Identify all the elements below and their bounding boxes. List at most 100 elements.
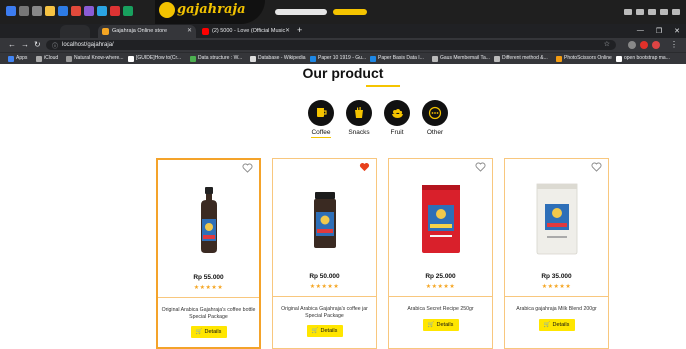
cart-icon: 🛒 <box>195 329 203 335</box>
browser-tab-bar: Gajahraja Online store ✕ (2) 5000 - Love… <box>0 24 686 38</box>
back-icon[interactable]: ← <box>8 40 16 49</box>
product-name: Original Arabica Gajahraja's coffee jar … <box>281 306 368 319</box>
heart-outline-icon[interactable] <box>591 162 602 172</box>
details-label: Details <box>436 322 454 328</box>
product-name: Arabica Secret Recipe 250gr <box>407 306 474 312</box>
bookmark-item[interactable]: Natural Know-where... <box>66 55 123 62</box>
tab-gajahraja-store[interactable]: Gajahraja Online store ✕ <box>98 25 196 38</box>
product-name: Arabica gajahraja Milk Blend 200gr <box>516 306 597 312</box>
os-taskbar: gajahraja <box>0 0 686 24</box>
rating-stars: ★★★★★ <box>309 284 340 290</box>
section-title: Our product <box>302 65 384 81</box>
app-icon-red-2[interactable] <box>110 6 120 16</box>
bookmark-star-icon[interactable]: ☆ <box>604 40 610 48</box>
tray-icon[interactable] <box>660 9 668 15</box>
tray-icon[interactable] <box>624 9 632 15</box>
browser-toolbar: ← → ↻ ⓘ localhost/gajahraja/ ☆ ⋮ <box>0 38 686 52</box>
app-icon-red[interactable] <box>71 6 81 16</box>
bookmark-item[interactable]: Paper 10 1919 - Gu... <box>310 55 366 62</box>
product-card[interactable]: Rp 55.000 ★★★★★ Original Arabica Gajahra… <box>156 158 261 349</box>
product-image-jar[interactable] <box>273 175 376 263</box>
fruit-bowl-icon <box>384 100 410 126</box>
category-snacks[interactable]: Snacks <box>346 100 372 138</box>
details-button[interactable]: 🛒 Details <box>422 319 459 331</box>
product-image-red-pouch[interactable] <box>389 175 492 263</box>
bookmark-item[interactable]: Paper Basis Data I... <box>370 55 424 62</box>
bookmark-item[interactable]: Database - Wikipedia <box>250 55 306 62</box>
details-button[interactable]: 🛒 Details <box>538 319 575 331</box>
new-tab-icon[interactable]: + <box>297 25 302 35</box>
close-window-icon[interactable]: ✕ <box>674 27 680 35</box>
app-icon-blue[interactable] <box>97 6 107 16</box>
tray-icon[interactable] <box>636 9 644 15</box>
product-price: Rp 50.000 <box>309 273 340 280</box>
bookmark-item[interactable]: Gaus Membemail Ta... <box>432 55 490 62</box>
bookmark-item[interactable]: open bootstrap ma... <box>616 55 670 62</box>
card-divider <box>158 297 259 298</box>
product-card[interactable]: Rp 25.000 ★★★★★ Arabica Secret Recipe 25… <box>388 158 493 349</box>
tab-youtube[interactable]: (2) 5000 - Love (Official Music ✕ <box>198 25 294 38</box>
task-view-icon[interactable] <box>32 6 42 16</box>
category-label: Fruit <box>390 129 404 136</box>
tab-title: Gajahraja Online store <box>112 28 168 34</box>
product-card[interactable]: Rp 50.000 ★★★★★ Original Arabica Gajahra… <box>272 158 377 349</box>
product-price: Rp 35.000 <box>541 273 572 280</box>
category-fruit[interactable]: Fruit <box>384 100 410 138</box>
details-label: Details <box>204 329 222 335</box>
heart-filled-icon[interactable] <box>359 162 370 172</box>
cart-icon: 🛒 <box>311 328 319 334</box>
category-other[interactable]: Other <box>422 100 448 138</box>
reload-icon[interactable]: ↻ <box>34 40 41 49</box>
bookmark-icloud[interactable]: iCloud <box>36 55 58 62</box>
profile-avatar-icon[interactable] <box>652 41 660 49</box>
details-label: Details <box>552 322 570 328</box>
tab-title: (2) 5000 - Love (Official Music <box>212 28 286 34</box>
app-icon-purple[interactable] <box>84 6 94 16</box>
bookmark-item[interactable]: Different method &... <box>494 55 548 62</box>
address-bar[interactable]: ⓘ localhost/gajahraja/ ☆ <box>46 40 616 50</box>
forward-icon[interactable]: → <box>21 40 29 49</box>
category-label: Snacks <box>348 129 370 136</box>
rating-stars: ★★★★★ <box>193 285 224 291</box>
pinned-tabs[interactable] <box>60 25 90 38</box>
bookmark-item[interactable]: PhotoScissors Online <box>556 55 612 62</box>
details-button[interactable]: 🛒 Details <box>306 325 343 337</box>
close-tab-icon[interactable]: ✕ <box>285 27 290 34</box>
bookmarks-bar: Apps iCloud Natural Know-where... [GUIDE… <box>0 52 686 64</box>
heart-outline-icon[interactable] <box>242 163 253 173</box>
extension-icon[interactable] <box>640 41 648 49</box>
category-coffee[interactable]: Coffee <box>308 100 334 138</box>
details-label: Details <box>320 328 338 334</box>
file-explorer-icon[interactable] <box>45 6 55 16</box>
product-image-white-pouch[interactable] <box>505 175 608 263</box>
tray-icon[interactable] <box>648 9 656 15</box>
extension-icon[interactable] <box>628 41 636 49</box>
product-image-bottle[interactable] <box>158 176 259 264</box>
more-dots-icon <box>422 100 448 126</box>
product-name: Original Arabica Gajahraja's coffee bott… <box>161 307 256 320</box>
bookmark-item[interactable]: [GUIDE]How to(Cr... <box>128 55 181 62</box>
bookmark-item[interactable]: Data structure : W... <box>190 55 242 62</box>
maximize-icon[interactable]: ❐ <box>656 27 662 35</box>
search-icon[interactable] <box>19 6 29 16</box>
info-icon[interactable]: ⓘ <box>52 41 58 50</box>
category-label: Coffee <box>311 129 331 138</box>
minimize-icon[interactable]: — <box>637 27 644 35</box>
app-icon-green[interactable] <box>123 6 133 16</box>
rating-stars: ★★★★★ <box>541 284 572 290</box>
windows-start-icon[interactable] <box>6 6 16 16</box>
heart-outline-icon[interactable] <box>475 162 486 172</box>
product-price: Rp 25.000 <box>425 273 456 280</box>
store-page: Our product Coffee Snacks Fruit Other Rp… <box>0 64 686 349</box>
details-button[interactable]: 🛒 Details <box>190 326 227 338</box>
close-tab-icon[interactable]: ✕ <box>187 27 192 34</box>
elephant-logo-icon <box>159 2 175 18</box>
brand-name: gajahraja <box>177 2 246 17</box>
bookmark-apps[interactable]: Apps <box>8 55 27 62</box>
product-price: Rp 55.000 <box>193 274 224 281</box>
cart-icon: 🛒 <box>543 322 551 328</box>
product-card[interactable]: Rp 35.000 ★★★★★ Arabica gajahraja Milk B… <box>504 158 609 349</box>
menu-kebab-icon[interactable]: ⋮ <box>670 40 678 49</box>
tray-icon[interactable] <box>672 9 680 15</box>
store-icon[interactable] <box>58 6 68 16</box>
